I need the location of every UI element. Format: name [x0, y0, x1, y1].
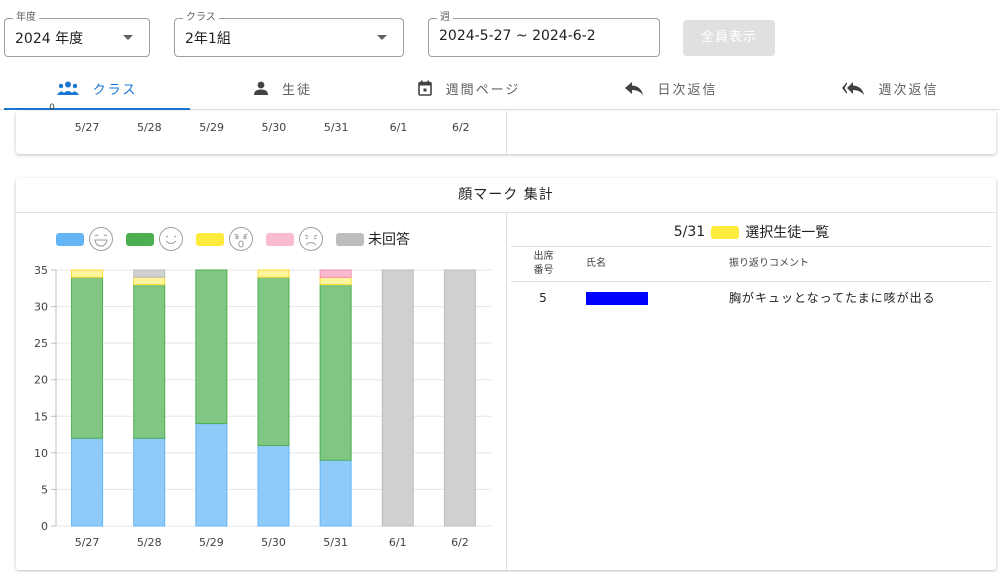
person-icon	[253, 81, 268, 95]
class-select-label: クラス	[183, 11, 219, 25]
bar-segment-blue[interactable]	[71, 437, 104, 527]
class-select[interactable]: クラス 2年1組	[174, 11, 404, 57]
tab-class-label: クラス	[92, 82, 138, 98]
reply-icon	[625, 82, 644, 95]
tab-student-label: 生徒	[281, 82, 312, 98]
bar-segment-green[interactable]	[257, 276, 290, 447]
student-comment: 胸がキュッとなってたまに咳が出る	[729, 291, 936, 306]
bar-segment-green[interactable]	[133, 284, 166, 439]
tab-weekly-page-label: 週間ページ	[445, 82, 521, 98]
bar-segment-blue[interactable]	[133, 437, 166, 527]
y-tick-label: 0	[41, 520, 48, 533]
redacted-name	[586, 291, 648, 305]
bar-segment-blue[interactable]	[257, 445, 290, 527]
top-chart-x-label: 5/30	[261, 121, 287, 134]
tab-student[interactable]: 生徒	[190, 66, 376, 110]
y-tick-label: 30	[34, 301, 48, 314]
previous-chart-card: 0 5/27 5/28 5/29 5/30 5/31 6/1 6/2	[16, 103, 996, 154]
y-tick-label: 5	[41, 483, 48, 496]
x-tick-label: 6/2	[451, 536, 469, 549]
x-tick-label: 5/29	[199, 536, 224, 549]
col-header-name: 氏名	[576, 246, 726, 282]
table-row[interactable]: 5 胸がキュッとなってたまに咳が出る	[511, 282, 991, 314]
top-chart-x-label: 5/29	[199, 121, 224, 134]
tab-bar: クラス 生徒 週間ページ 日次返信 週次返信	[0, 66, 1000, 110]
x-tick-label: 5/30	[261, 536, 286, 549]
top-chart-x-label: 5/27	[74, 121, 100, 134]
bar-segment-yellow[interactable]	[133, 276, 166, 286]
week-field[interactable]: 週 2024-5-27 ~ 2024-6-2	[428, 11, 660, 57]
year-select[interactable]: 年度 2024 年度	[4, 11, 150, 57]
x-tick-label: 5/31	[323, 536, 348, 549]
y-tick-label: 0	[49, 103, 55, 113]
year-select-value: 2024 年度	[15, 31, 84, 47]
top-chart-x-label: 5/31	[323, 121, 349, 134]
week-field-label: 週	[437, 11, 453, 25]
top-chart-x-label: 6/2	[451, 121, 470, 134]
x-tick-label: 5/27	[75, 536, 100, 549]
selection-date: 5/31	[673, 224, 706, 240]
show-all-button[interactable]: 全員表示	[683, 20, 775, 56]
y-tick-label: 25	[34, 337, 48, 350]
tab-daily-reply-label: 日次返信	[657, 82, 718, 98]
col-header-number-line1: 出席	[533, 251, 554, 262]
bar-segment-blue[interactable]	[319, 459, 352, 527]
selection-swatch	[711, 225, 740, 239]
selection-label: 選択生徒一覧	[745, 225, 830, 241]
y-tick-label: 15	[34, 410, 48, 423]
x-tick-label: 5/28	[137, 536, 162, 549]
tab-weekly-reply[interactable]: 週次返信	[781, 66, 1000, 110]
bar-segment-green[interactable]	[319, 284, 352, 461]
top-chart-x-label: 5/28	[136, 121, 162, 134]
bar-segment-blue[interactable]	[195, 423, 228, 527]
reply-all-icon	[842, 82, 865, 95]
bar-segment-green[interactable]	[71, 276, 104, 439]
tab-weekly-reply-label: 週次返信	[878, 82, 939, 98]
selected-students-table: 出席番号 氏名 振り返りコメント 5 胸がキュッとなってたまに咳が出る	[511, 246, 991, 314]
bar-segment-gray[interactable]	[443, 269, 476, 527]
year-select-label: 年度	[13, 11, 39, 25]
y-tick-label: 10	[34, 447, 48, 460]
calendar-icon	[417, 80, 432, 96]
group-icon	[56, 81, 79, 95]
student-number: 5	[539, 290, 548, 305]
bar-segment-gray[interactable]	[133, 269, 166, 278]
y-tick-label: 20	[34, 374, 48, 387]
face-mark-bar-chart: 0 5 10 15 20 25 30 35 5/27 5/28 5/29 5/30 5/31 6/1 6/2	[34, 264, 491, 549]
tab-class[interactable]: クラス	[4, 66, 190, 110]
student-name	[576, 282, 726, 314]
bar-segment-yellow[interactable]	[71, 269, 104, 278]
active-tab-indicator	[4, 108, 190, 110]
bar-segment-gray[interactable]	[381, 269, 414, 527]
tab-daily-reply[interactable]: 日次返信	[562, 66, 781, 110]
tab-weekly-page[interactable]: 週間ページ	[376, 66, 562, 110]
chevron-down-icon	[377, 35, 387, 40]
col-header-number: 出席 番号	[511, 246, 576, 282]
top-chart-x-label: 6/1	[389, 121, 408, 134]
bar-segment-yellow[interactable]	[257, 269, 290, 278]
face-mark-card: 顔マーク 集計 未回答 0 5 10 15 20 25 30 35 5/27 5/28 5/29 5/…	[16, 178, 996, 570]
col-header-comment: 振り返りコメント	[726, 246, 991, 282]
col-header-number-line2: 番号	[533, 265, 554, 276]
bar-segment-yellow[interactable]	[319, 276, 352, 286]
card-divider	[506, 111, 507, 154]
class-select-value: 2年1組	[185, 31, 231, 47]
bar-segment-pink[interactable]	[319, 269, 352, 278]
card-divider	[506, 213, 507, 570]
x-tick-label: 6/1	[389, 536, 407, 549]
selection-title: 5/31 選択生徒一覧	[507, 222, 996, 242]
week-field-value: 2024-5-27 ~ 2024-6-2	[439, 28, 596, 44]
chevron-down-icon	[123, 35, 133, 40]
y-tick-label: 35	[34, 264, 48, 277]
bar-segment-green[interactable]	[195, 269, 228, 425]
table-header-row: 出席番号 氏名 振り返りコメント	[511, 246, 991, 282]
